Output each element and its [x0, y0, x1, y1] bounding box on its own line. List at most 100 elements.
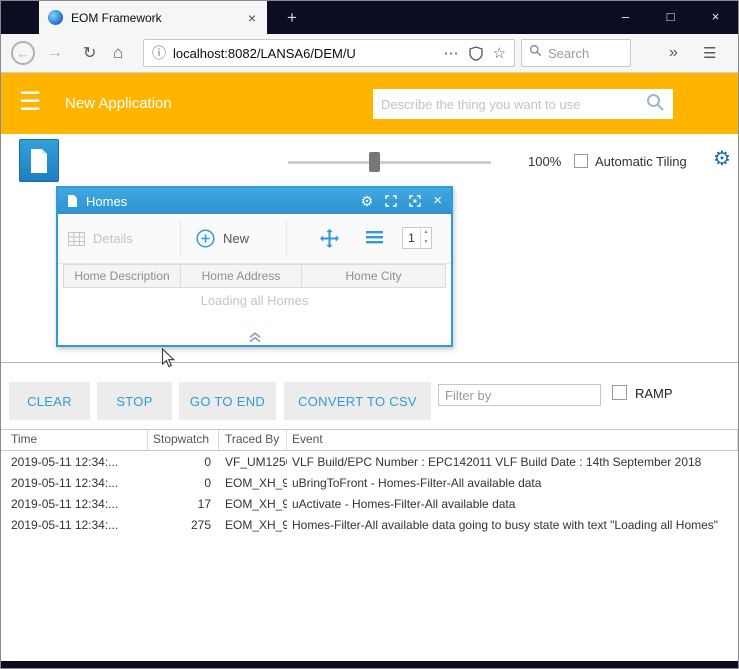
ramp-checkbox[interactable]: [612, 385, 627, 400]
move-arrows-icon[interactable]: [320, 229, 339, 253]
homes-close-icon[interactable]: ×: [433, 193, 442, 208]
homes-grid-header: Home Description Home Address Home City: [63, 264, 451, 288]
forward-button[interactable]: →: [47, 34, 63, 72]
app-title: New Application: [65, 95, 172, 112]
convert-to-csv-button[interactable]: CONVERT TO CSV: [284, 382, 431, 420]
page-actions-icon[interactable]: ⋯: [444, 44, 459, 62]
site-info-icon[interactable]: ⓘ: [152, 43, 166, 63]
column-header-home-description[interactable]: Home Description: [63, 264, 181, 288]
cell-event: uBringToFront - Homes-Filter-All availab…: [292, 475, 542, 490]
shield-icon[interactable]: [468, 45, 483, 61]
filter-input[interactable]: [438, 384, 601, 406]
homes-settings-gear-icon[interactable]: ⚙: [361, 193, 374, 210]
cell-event: Homes-Filter-All available data going to…: [292, 517, 719, 532]
cell-traced-by: VF_UM1250: [225, 454, 287, 469]
cell-time: 2019-05-11 12:34:...: [11, 454, 119, 469]
homes-expand-icon[interactable]: [385, 195, 397, 207]
reload-button[interactable]: ↻: [83, 34, 96, 72]
mouse-cursor: [161, 347, 176, 374]
tab-close-icon[interactable]: ×: [246, 10, 258, 26]
browser-titlebar: EOM Framework × + – □ ×: [1, 1, 738, 34]
browser-tab[interactable]: EOM Framework ×: [39, 1, 267, 34]
homes-titlebar[interactable]: Homes ⚙ ×: [58, 188, 451, 214]
spinner-up-icon[interactable]: ▲: [421, 228, 431, 238]
url-text[interactable]: localhost:8082/LANSA6/DEM/U: [173, 46, 434, 61]
details-button[interactable]: Details: [68, 214, 133, 263]
table-row[interactable]: 2019-05-11 12:34:... 0 VF_UM1250 VLF Bui…: [1, 451, 738, 472]
zoom-value: 100%: [528, 154, 562, 169]
table-row[interactable]: 2019-05-11 12:34:... 0 EOM_XH_9 uBringTo…: [1, 472, 738, 493]
workspace-settings-gear-icon[interactable]: ⚙: [713, 146, 731, 171]
forward-icon: →: [47, 44, 63, 61]
cell-traced-by: EOM_XH_9: [225, 496, 287, 511]
go-to-end-button[interactable]: GO TO END: [179, 382, 276, 420]
homes-document-icon: [68, 195, 77, 207]
browser-menu-button[interactable]: ☰: [703, 34, 716, 72]
overflow-chevrons-button[interactable]: »: [669, 34, 678, 72]
header-stopwatch[interactable]: Stopwatch: [148, 430, 219, 450]
reload-icon: ↻: [83, 45, 97, 62]
new-label: New: [223, 231, 250, 246]
window-controls: – □ ×: [603, 1, 738, 34]
clear-button[interactable]: CLEAR: [9, 382, 90, 420]
chevrons-icon: »: [669, 44, 678, 61]
list-layout-icon[interactable]: [366, 230, 383, 250]
cell-time: 2019-05-11 12:34:...: [11, 496, 119, 511]
back-button[interactable]: ←: [11, 34, 35, 72]
app-search-icon[interactable]: [645, 92, 665, 117]
trace-table: Time Stopwatch Traced By Event 2019-05-1…: [1, 429, 738, 535]
site-favicon-icon: [48, 10, 63, 25]
automatic-tiling-checkbox[interactable]: [574, 154, 588, 168]
plus-circle-icon: [196, 229, 215, 248]
home-icon: ⌂: [113, 43, 124, 62]
zoom-slider-track[interactable]: [288, 161, 491, 164]
column-header-home-city[interactable]: Home City: [302, 264, 446, 288]
header-traced-by[interactable]: Traced By: [219, 430, 287, 450]
back-icon: ←: [11, 41, 35, 65]
home-button[interactable]: ⌂: [113, 34, 123, 72]
app-header: ☰ New Application: [1, 73, 738, 189]
browser-navbar: ← → ↻ ⌂ ⓘ localhost:8082/LANSA6/DEM/U ⋯ …: [1, 34, 738, 73]
address-bar[interactable]: ⓘ localhost:8082/LANSA6/DEM/U ⋯ ☆: [143, 39, 515, 67]
homes-window: Homes ⚙ × Details New 1 ▲ ▼ Home Descrip…: [56, 186, 453, 347]
loading-message: Loading all Homes: [200, 293, 309, 308]
column-header-home-address[interactable]: Home Address: [181, 264, 302, 288]
workspace: 100% Automatic Tiling ⚙ Homes ⚙ × Detail…: [1, 134, 738, 368]
homes-tile-icon[interactable]: [409, 195, 421, 207]
stop-button[interactable]: STOP: [97, 382, 172, 420]
collapse-chevron-icon[interactable]: [247, 330, 262, 348]
window-close-button[interactable]: ×: [693, 1, 738, 34]
cell-stopwatch: 275: [190, 517, 211, 532]
table-row[interactable]: 2019-05-11 12:34:... 17 EOM_XH_9 uActiva…: [1, 493, 738, 514]
app-menu-button[interactable]: ☰: [19, 87, 41, 117]
trace-panel: CLEAR STOP GO TO END CONVERT TO CSV RAMP…: [1, 362, 738, 661]
browser-window: EOM Framework × + – □ × ← → ↻ ⌂ ⓘ localh…: [0, 0, 739, 669]
window-minimize-button[interactable]: –: [603, 1, 648, 34]
details-grid-icon: [68, 231, 85, 246]
table-row[interactable]: 2019-05-11 12:34:... 275 EOM_XH_9 Homes-…: [1, 514, 738, 535]
ramp-label: RAMP: [635, 386, 673, 401]
browser-search-bar[interactable]: [521, 39, 631, 67]
app-search-bar[interactable]: [373, 89, 673, 119]
new-document-button[interactable]: [19, 139, 59, 182]
new-tab-button[interactable]: +: [279, 5, 305, 31]
header-event[interactable]: Event: [287, 430, 738, 450]
spinner-value[interactable]: 1: [403, 228, 420, 248]
cell-event: VLF Build/EPC Number : EPC142011 VLF Bui…: [292, 454, 702, 469]
new-button[interactable]: New: [196, 214, 249, 263]
homes-toolbar: Details New 1 ▲ ▼: [58, 214, 451, 264]
app-search-input[interactable]: [381, 96, 645, 112]
zoom-slider-handle[interactable]: [369, 152, 380, 172]
search-icon: [529, 44, 542, 62]
cell-traced-by: EOM_XH_9: [225, 517, 287, 532]
tab-title: EOM Framework: [71, 10, 162, 25]
browser-search-input[interactable]: [548, 45, 614, 61]
header-time[interactable]: Time: [1, 430, 148, 450]
toolbar-separator: [286, 220, 287, 257]
homes-window-title: Homes: [86, 193, 128, 209]
bookmark-star-icon[interactable]: ☆: [493, 44, 506, 62]
window-maximize-button[interactable]: □: [648, 1, 693, 34]
page-spinner[interactable]: 1 ▲ ▼: [402, 227, 432, 249]
details-label: Details: [93, 231, 133, 246]
spinner-down-icon[interactable]: ▼: [421, 238, 431, 248]
